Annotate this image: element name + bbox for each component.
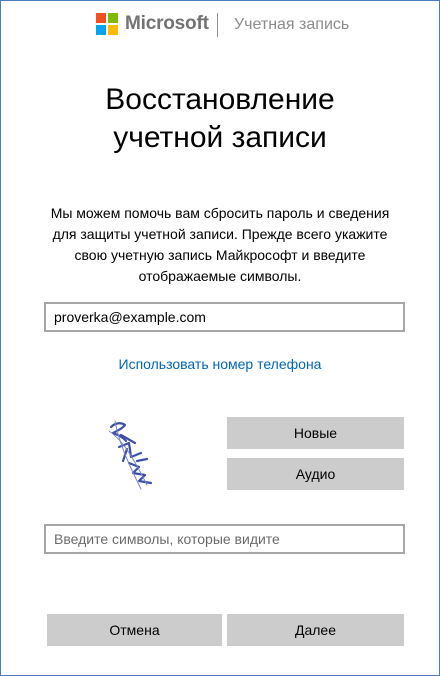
description-text: Мы можем помочь вам сбросить пароль и св…: [50, 205, 390, 284]
captcha-image: [101, 413, 171, 495]
brand-name: Microsoft: [125, 13, 209, 34]
next-button[interactable]: Далее: [227, 614, 404, 646]
captcha-input[interactable]: [44, 524, 405, 554]
use-phone-number-link[interactable]: Использовать номер телефона: [41, 354, 399, 374]
microsoft-logo-icon: [96, 13, 118, 35]
logo-green-square: [108, 13, 118, 23]
cancel-button[interactable]: Отмена: [47, 614, 222, 646]
new-captcha-button[interactable]: Новые: [227, 417, 404, 449]
recovery-dialog: Microsoft Учетная запись Восстановление …: [0, 0, 440, 676]
header-divider: [217, 13, 218, 37]
logo-blue-square: [96, 25, 106, 35]
logo-yellow-square: [108, 25, 118, 35]
page-title-line-1: Восстановление: [105, 83, 335, 116]
page-title: Восстановление учетной записи: [41, 81, 399, 157]
audio-captcha-button[interactable]: Аудио: [227, 458, 404, 490]
logo-red-square: [96, 13, 106, 23]
email-input[interactable]: [44, 302, 405, 332]
captcha-glyphs-icon: [108, 420, 153, 490]
header: Microsoft Учетная запись: [1, 1, 439, 47]
page-title-line-2: учетной записи: [113, 121, 327, 154]
header-section-title: Учетная запись: [234, 16, 350, 33]
